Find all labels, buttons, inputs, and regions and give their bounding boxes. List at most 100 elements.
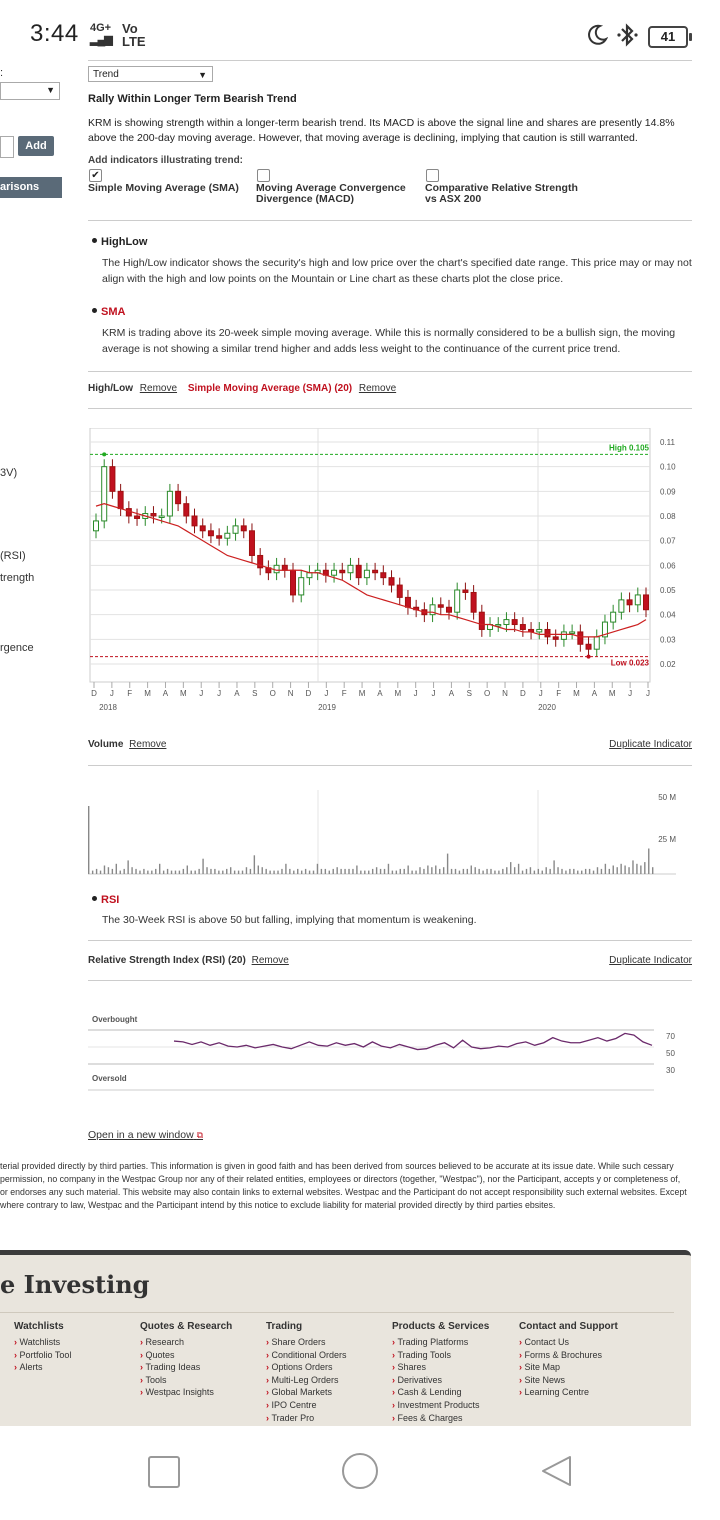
recents-button[interactable] <box>148 1456 180 1488</box>
footer-link[interactable]: Westpac Insights <box>140 1386 232 1399</box>
volume-bar <box>521 870 524 874</box>
footer-link[interactable]: Trading Tools <box>392 1349 489 1362</box>
footer-link[interactable]: Share Orders <box>266 1336 347 1349</box>
footer-link[interactable]: Tools <box>140 1374 232 1387</box>
volume-bar <box>222 870 224 874</box>
remove-highlow-link[interactable]: Remove <box>140 383 177 394</box>
footer-link[interactable]: Derivatives <box>392 1374 489 1387</box>
left-fragment-rsi[interactable]: (RSI) <box>0 550 26 562</box>
footer-link[interactable]: Conditional Orders <box>266 1349 347 1362</box>
volume-bar <box>95 868 98 874</box>
add-button[interactable]: Add <box>18 136 54 156</box>
volume-bar <box>344 868 346 874</box>
candle-body <box>150 513 157 517</box>
duplicate-volume-link[interactable]: Duplicate Indicator <box>609 739 692 750</box>
volume-bar <box>379 868 382 874</box>
x-tick-label: S <box>252 689 257 698</box>
candle-body <box>552 636 559 640</box>
duplicate-rsi-link[interactable]: Duplicate Indicator <box>609 955 692 966</box>
lightbulb-icon <box>92 896 97 901</box>
comparisons-button[interactable]: arisons <box>0 177 62 198</box>
volume-bar <box>328 870 330 874</box>
footer-link[interactable]: Forms & Brochures <box>519 1349 618 1362</box>
candle-body <box>281 564 288 571</box>
footer-link[interactable]: Fees & Charges <box>392 1412 489 1425</box>
volume-bar <box>525 868 528 874</box>
home-button[interactable] <box>342 1453 378 1489</box>
candle-body <box>478 611 485 630</box>
footer-link[interactable]: Cash & Lending <box>392 1386 489 1399</box>
volume-chart[interactable]: 50 M 25 M <box>80 786 692 878</box>
volume-bar <box>458 870 461 874</box>
volume-bar <box>608 868 611 874</box>
volume-bar <box>588 868 591 874</box>
footer-link[interactable]: Contact Us <box>519 1336 618 1349</box>
open-new-window-link[interactable]: Open in a new window ⧉ <box>88 1129 203 1141</box>
candle-body <box>503 619 510 626</box>
y-tick-label: 0.02 <box>660 660 676 669</box>
candle-body <box>569 631 576 634</box>
x-tick-label: M <box>359 689 366 698</box>
candle-body <box>290 569 297 596</box>
crs-option-label[interactable]: Comparative Relative Strength vs ASX 200 <box>425 183 585 205</box>
y-tick-label: 70 <box>666 1032 675 1041</box>
remove-sma-link[interactable]: Remove <box>359 383 396 394</box>
trend-description: KRM is showing strength within a longer-… <box>88 117 675 144</box>
footer-link[interactable]: IPO Centre <box>266 1399 347 1412</box>
left-fragment-strength[interactable]: trength <box>0 572 34 584</box>
footer-link[interactable]: Shares <box>392 1361 489 1374</box>
crs-checkbox[interactable] <box>426 169 439 182</box>
footer-link[interactable]: Portfolio Tool <box>14 1349 72 1362</box>
volume-bar <box>352 868 354 874</box>
rsi-chart[interactable]: Overbought Oversold 70 50 30 <box>80 996 692 1096</box>
left-fragment-divergence[interactable]: rgence <box>0 642 34 654</box>
footer-link[interactable]: Trader Pro <box>266 1412 347 1425</box>
footer-link[interactable]: Global Markets <box>266 1386 347 1399</box>
candle-body <box>224 532 231 539</box>
candle-body <box>643 594 649 611</box>
volume-bar <box>312 870 315 874</box>
footer-link[interactable]: Learning Centre <box>519 1386 618 1399</box>
bluetooth-icon <box>616 22 640 53</box>
sma-option-label[interactable]: Simple Moving Average (SMA) <box>88 183 248 194</box>
sma-info-title: SMA <box>92 306 125 318</box>
footer-link[interactable]: Research <box>140 1336 232 1349</box>
footer-link[interactable]: Options Orders <box>266 1361 347 1374</box>
remove-rsi-link[interactable]: Remove <box>252 955 289 966</box>
candle-body <box>240 525 247 532</box>
footer-link[interactable]: Multi-Leg Orders <box>266 1374 347 1387</box>
oversold-label: Oversold <box>92 1074 127 1083</box>
volume-bar <box>198 868 200 874</box>
footer-link[interactable]: Site Map <box>519 1361 618 1374</box>
footer-link[interactable]: Site News <box>519 1374 618 1387</box>
volume-bar <box>498 870 500 874</box>
volume-bar <box>166 868 169 874</box>
macd-option-label[interactable]: Moving Average Convergence Divergence (M… <box>256 183 416 205</box>
footer-link[interactable]: Trading Ideas <box>140 1361 232 1374</box>
candle-body <box>158 515 165 518</box>
volume-bar <box>391 870 394 874</box>
footer-link[interactable]: Quotes <box>140 1349 232 1362</box>
sma-checkbox[interactable]: ✔ <box>89 169 102 182</box>
footer-link[interactable]: Investment Products <box>392 1399 489 1412</box>
volume-bar <box>395 870 398 874</box>
remove-volume-link[interactable]: Remove <box>129 739 166 750</box>
x-tick-label: J <box>628 689 632 698</box>
volume-bar <box>565 870 567 874</box>
trend-dropdown[interactable]: Trend ▼ <box>88 66 213 82</box>
overbought-label: Overbought <box>92 1015 138 1024</box>
back-button[interactable] <box>540 1454 574 1493</box>
footer-link[interactable]: Trading Platforms <box>392 1336 489 1349</box>
price-chart[interactable]: 0.11 0.10 0.09 0.08 0.07 0.06 0.05 0.04 0.03 0.02… <box>80 428 692 718</box>
volume-bar <box>604 863 607 874</box>
footer-col-watchlists: Watchlists Watchlists Portfolio Tool Ale… <box>14 1321 71 1374</box>
x-tick-label: J <box>646 689 650 698</box>
comparison-input[interactable] <box>0 136 14 158</box>
footer-link[interactable]: Alerts <box>14 1361 71 1374</box>
left-dropdown[interactable]: ▼ <box>0 82 60 100</box>
macd-checkbox[interactable] <box>257 169 270 182</box>
volume-bar <box>115 863 118 874</box>
footer-link[interactable]: Watchlists <box>14 1336 71 1349</box>
candle-body <box>388 577 395 586</box>
volume-bar <box>170 870 173 874</box>
